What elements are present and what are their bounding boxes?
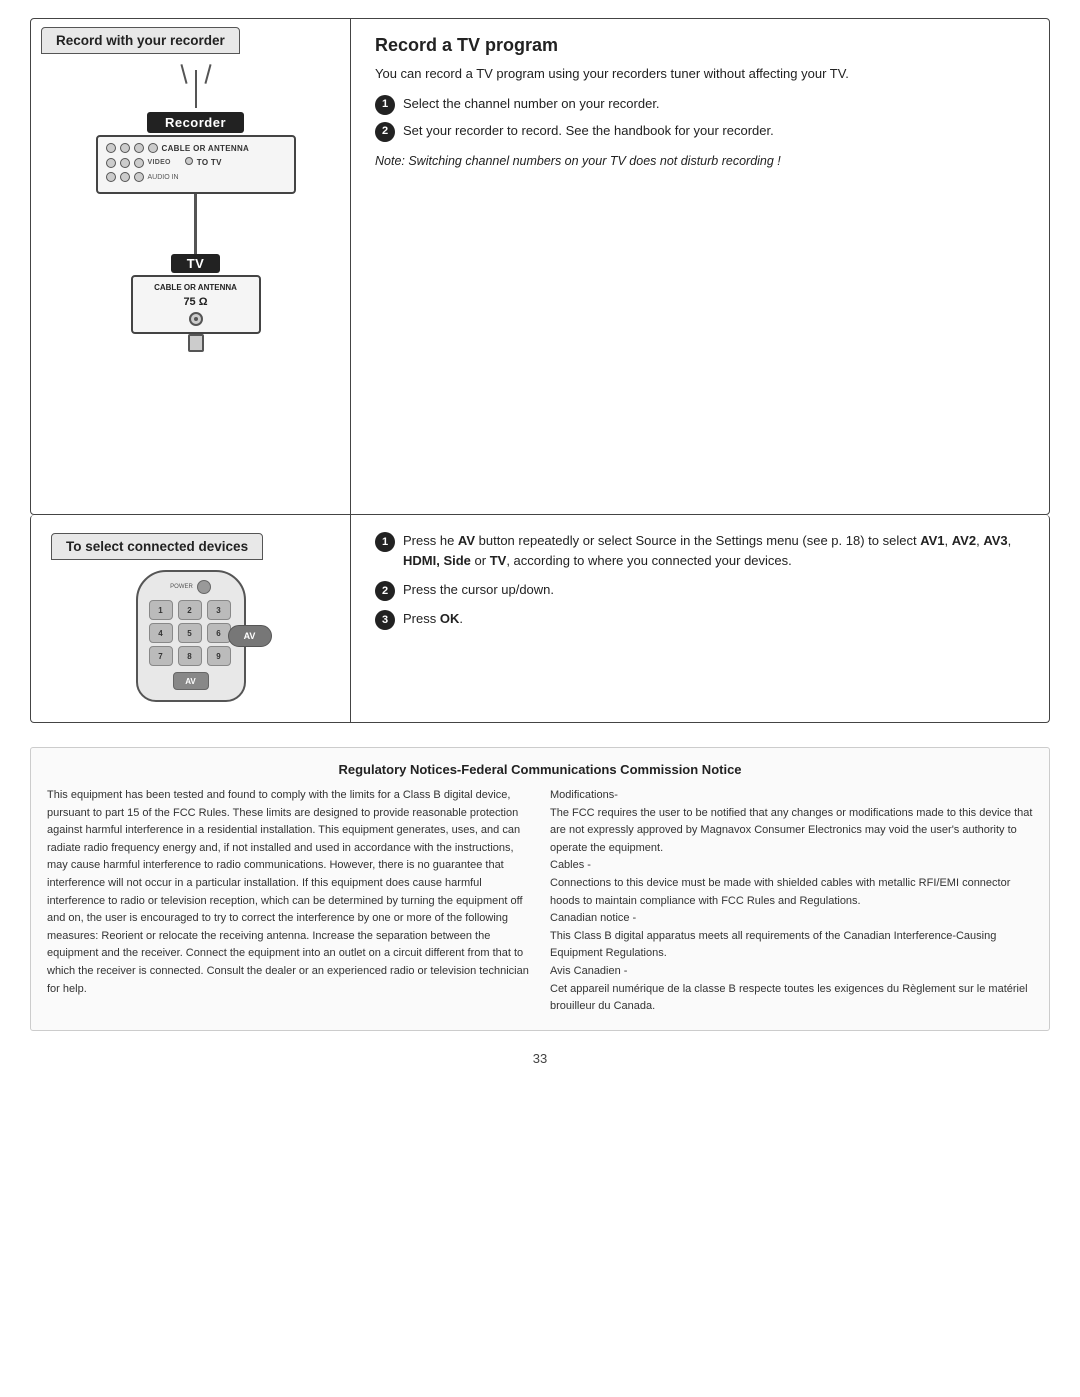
antenna-arm-right (204, 64, 211, 84)
antenna-arm-left (180, 64, 187, 84)
reg-col-right: Modifications- The FCC requires the user… (550, 787, 1033, 1016)
port-circle-2 (120, 143, 130, 153)
page: Record with your recorder Recorder (0, 0, 1080, 1397)
tv-badge: TV (171, 254, 221, 273)
select-step-2-text: Press the cursor up/down. (403, 580, 554, 600)
antenna-center (195, 70, 197, 84)
step-1-text: Select the channel number on your record… (403, 94, 660, 114)
num-btn-1[interactable]: 1 (149, 600, 173, 620)
av-button[interactable]: AV (173, 672, 209, 690)
reg-col-left: This equipment has been tested and found… (47, 787, 530, 1016)
section-record: Record with your recorder Recorder (30, 18, 1050, 515)
to-tv-dot (185, 157, 193, 168)
hdmi-bold: HDMI, Side (403, 553, 471, 568)
antenna-wire (195, 84, 197, 108)
port-circle-4 (148, 143, 158, 153)
record-title: Record a TV program (375, 35, 1029, 56)
remote-diagram: POWER 1 2 3 4 5 6 7 8 9 (41, 560, 340, 712)
step-2-text: Set your recorder to record. See the han… (403, 121, 774, 141)
recorder-row-3: AUDIO IN (106, 172, 286, 182)
select-step-list: 1 Press he AV button repeatedly or selec… (375, 531, 1029, 630)
cable-antenna-tv-label: CABLE OR ANTENNA (154, 283, 237, 293)
regulatory-columns: This equipment has been tested and found… (47, 787, 1033, 1016)
recorder-badge: Recorder (147, 112, 244, 133)
connector-plug (188, 334, 204, 352)
tv-box: CABLE OR ANTENNA 75 Ω (131, 275, 261, 334)
recorder-row-2: VIDEO TO TV (106, 157, 286, 168)
regulatory-title: Regulatory Notices-Federal Communication… (47, 762, 1033, 777)
step-num-1: 1 (375, 95, 395, 115)
right-panel-record: Record a TV program You can record a TV … (351, 19, 1049, 514)
port-circle-5 (106, 158, 116, 168)
cable-antenna-label: CABLE OR ANTENNA (162, 144, 250, 153)
num-btn-9[interactable]: 9 (207, 646, 231, 666)
middle-left: To select connected devices POWER 1 2 3 … (31, 515, 351, 722)
middle-right: 1 Press he AV button repeatedly or selec… (351, 515, 1049, 722)
regulatory-section: Regulatory Notices-Federal Communication… (30, 747, 1050, 1031)
tv-port-dot (194, 317, 198, 321)
recorder-diagram: Recorder CABLE OR ANTENNA VIDEO (31, 54, 350, 514)
ok-bold: OK (440, 611, 460, 626)
select-step-1: 1 Press he AV button repeatedly or selec… (375, 531, 1029, 570)
num-btn-5[interactable]: 5 (178, 623, 202, 643)
recorder-row-1: CABLE OR ANTENNA (106, 143, 286, 153)
ohm-label: 75 Ω (183, 296, 207, 309)
step-2: 2 Set your recorder to record. See the h… (375, 121, 1029, 142)
port-circle-7 (134, 158, 144, 168)
note-text: Note: Switching channel numbers on your … (375, 152, 1029, 171)
step-num-2: 2 (375, 122, 395, 142)
recorder-box: CABLE OR ANTENNA VIDEO TO TV (96, 135, 296, 194)
tv-bold: TV (490, 553, 507, 568)
intro-text: You can record a TV program using your r… (375, 64, 1029, 84)
power-label: POWER (170, 584, 193, 590)
port-circle-3 (134, 143, 144, 153)
select-step-3-text: Press OK. (403, 609, 463, 629)
video-label: VIDEO (148, 159, 171, 166)
av1-bold: AV1 (920, 533, 944, 548)
num-btn-3[interactable]: 3 (207, 600, 231, 620)
cable-line-1 (194, 194, 197, 254)
port-circle-6 (120, 158, 130, 168)
antenna-diagram (183, 64, 209, 108)
remote-body: POWER 1 2 3 4 5 6 7 8 9 (136, 570, 246, 702)
step-1: 1 Select the channel number on your reco… (375, 94, 1029, 115)
page-number: 33 (30, 1051, 1050, 1066)
port-circle-8 (106, 172, 116, 182)
port-circle-10 (134, 172, 144, 182)
port-circle-1 (106, 143, 116, 153)
num-btn-8[interactable]: 8 (178, 646, 202, 666)
step-list: 1 Select the channel number on your reco… (375, 94, 1029, 142)
port-circle-9 (120, 172, 130, 182)
num-btn-4[interactable]: 4 (149, 623, 173, 643)
power-btn (197, 580, 211, 594)
antenna-fork (183, 64, 209, 84)
to-tv-circle (185, 157, 193, 165)
left-panel-record: Record with your recorder Recorder (31, 19, 351, 514)
av-oval[interactable]: AV (228, 625, 272, 647)
section-select: To select connected devices POWER 1 2 3 … (30, 515, 1050, 723)
num-btn-2[interactable]: 2 (178, 600, 202, 620)
select-step-num-3: 3 (375, 610, 395, 630)
select-step-num-1: 1 (375, 532, 395, 552)
num-btn-7[interactable]: 7 (149, 646, 173, 666)
select-step-3: 3 Press OK. (375, 609, 1029, 630)
to-tv-label: TO TV (197, 158, 222, 167)
av3-bold: AV3 (983, 533, 1007, 548)
av2-bold: AV2 (952, 533, 976, 548)
audio-in-label: AUDIO IN (148, 174, 179, 181)
select-step-2: 2 Press the cursor up/down. (375, 580, 1029, 601)
av-bold: AV (458, 533, 475, 548)
remote-power-row: POWER (170, 580, 211, 594)
tv-port-circle (189, 312, 203, 326)
select-step-1-text: Press he AV button repeatedly or select … (403, 531, 1029, 570)
section-tab-record: Record with your recorder (41, 27, 240, 54)
section-tab-select: To select connected devices (51, 533, 263, 560)
remote-numpad: 1 2 3 4 5 6 7 8 9 (149, 600, 233, 666)
select-step-num-2: 2 (375, 581, 395, 601)
